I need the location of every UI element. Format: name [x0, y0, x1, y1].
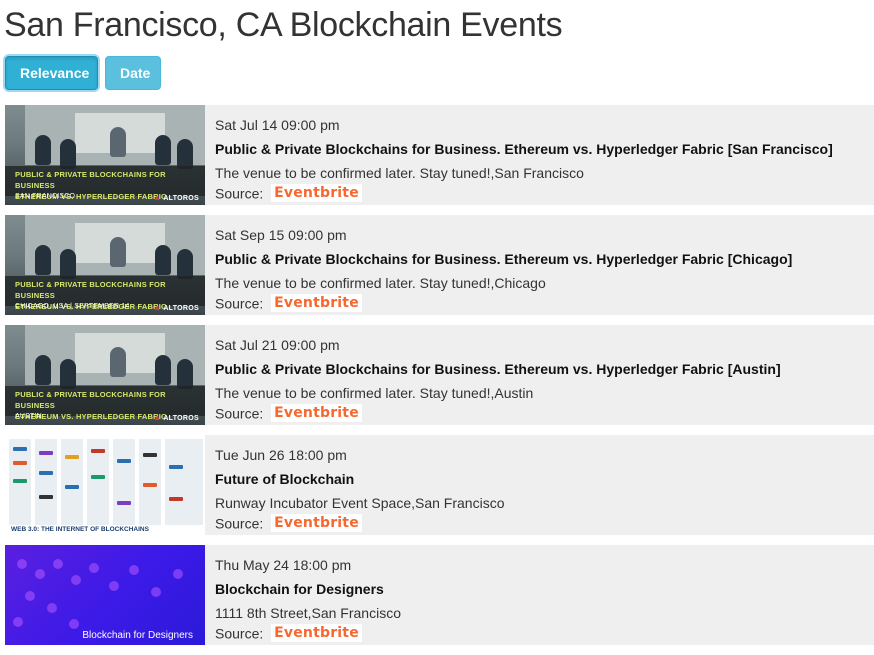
event-venue: The venue to be confirmed later. Stay tu…: [215, 275, 546, 291]
event-item[interactable]: PUBLIC & PRIVATE BLOCKCHAINS FOR BUSINES…: [5, 215, 874, 315]
altoros-logo: ▲ ALTOROS: [153, 303, 199, 312]
event-source: Source: Eventbrite: [215, 624, 362, 643]
thumbnail-caption: AUSTIN: [15, 413, 42, 420]
page-title: San Francisco, CA Blockchain Events: [4, 6, 563, 44]
event-thumbnail[interactable]: PUBLIC & PRIVATE BLOCKCHAINS FOR BUSINES…: [5, 325, 205, 425]
source-label: Source:: [215, 295, 264, 312]
thumbnail-caption: SAN FRANCISCO: [15, 193, 76, 200]
altoros-logo: ▲ ALTOROS: [153, 193, 199, 202]
source-label: Source:: [215, 625, 264, 642]
sort-relevance-button[interactable]: Relevance: [5, 56, 98, 90]
source-label: Source:: [215, 405, 264, 422]
event-item[interactable]: WEB 3.0: THE INTERNET OF BLOCKCHAINS Tue…: [5, 435, 874, 535]
event-date: Sat Jul 14 09:00 pm: [215, 117, 340, 133]
event-title-link[interactable]: Public & Private Blockchains for Busines…: [215, 141, 833, 157]
event-source: Source: Eventbrite: [215, 514, 362, 533]
event-venue: Runway Incubator Event Space,San Francis…: [215, 495, 505, 511]
event-venue: The venue to be confirmed later. Stay tu…: [215, 385, 534, 401]
event-venue: The venue to be confirmed later. Stay tu…: [215, 165, 584, 181]
thumbnail-caption: Blockchain for Designers: [82, 630, 193, 641]
event-thumbnail[interactable]: WEB 3.0: THE INTERNET OF BLOCKCHAINS: [5, 435, 205, 535]
eventbrite-logo-icon[interactable]: Eventbrite: [271, 404, 362, 423]
event-item[interactable]: Blockchain for Designers Thu May 24 18:0…: [5, 545, 874, 645]
event-title-link[interactable]: Public & Private Blockchains for Busines…: [215, 251, 792, 267]
event-source: Source: Eventbrite: [215, 404, 362, 423]
thumbnail-caption: CHICAGO, USA | SEPTEMBER 14: [15, 303, 130, 310]
event-item[interactable]: PUBLIC & PRIVATE BLOCKCHAINS FOR BUSINES…: [5, 325, 874, 425]
source-label: Source:: [215, 185, 264, 202]
event-date: Sat Jul 21 09:00 pm: [215, 337, 340, 353]
event-source: Source: Eventbrite: [215, 184, 362, 203]
eventbrite-logo-icon[interactable]: Eventbrite: [271, 184, 362, 203]
altoros-logo: ▲ ALTOROS: [153, 413, 199, 422]
event-thumbnail[interactable]: PUBLIC & PRIVATE BLOCKCHAINS FOR BUSINES…: [5, 105, 205, 205]
event-title-link[interactable]: Future of Blockchain: [215, 471, 354, 487]
eventbrite-logo-icon[interactable]: Eventbrite: [271, 294, 362, 313]
event-list: PUBLIC & PRIVATE BLOCKCHAINS FOR BUSINES…: [5, 105, 874, 655]
event-title-link[interactable]: Blockchain for Designers: [215, 581, 384, 597]
sort-bar: Relevance Date: [5, 56, 161, 90]
event-thumbnail[interactable]: PUBLIC & PRIVATE BLOCKCHAINS FOR BUSINES…: [5, 215, 205, 315]
event-title-link[interactable]: Public & Private Blockchains for Busines…: [215, 361, 781, 377]
sort-date-button[interactable]: Date: [105, 56, 161, 90]
event-date: Tue Jun 26 18:00 pm: [215, 447, 347, 463]
event-thumbnail[interactable]: Blockchain for Designers: [5, 545, 205, 645]
event-date: Thu May 24 18:00 pm: [215, 557, 352, 573]
eventbrite-logo-icon[interactable]: Eventbrite: [271, 624, 362, 643]
source-label: Source:: [215, 515, 264, 532]
eventbrite-logo-icon[interactable]: Eventbrite: [271, 514, 362, 533]
event-item[interactable]: PUBLIC & PRIVATE BLOCKCHAINS FOR BUSINES…: [5, 105, 874, 205]
event-source: Source: Eventbrite: [215, 294, 362, 313]
event-venue: 1111 8th Street,San Francisco: [215, 605, 401, 621]
thumbnail-caption: WEB 3.0: THE INTERNET OF BLOCKCHAINS: [11, 526, 149, 533]
event-date: Sat Sep 15 09:00 pm: [215, 227, 347, 243]
